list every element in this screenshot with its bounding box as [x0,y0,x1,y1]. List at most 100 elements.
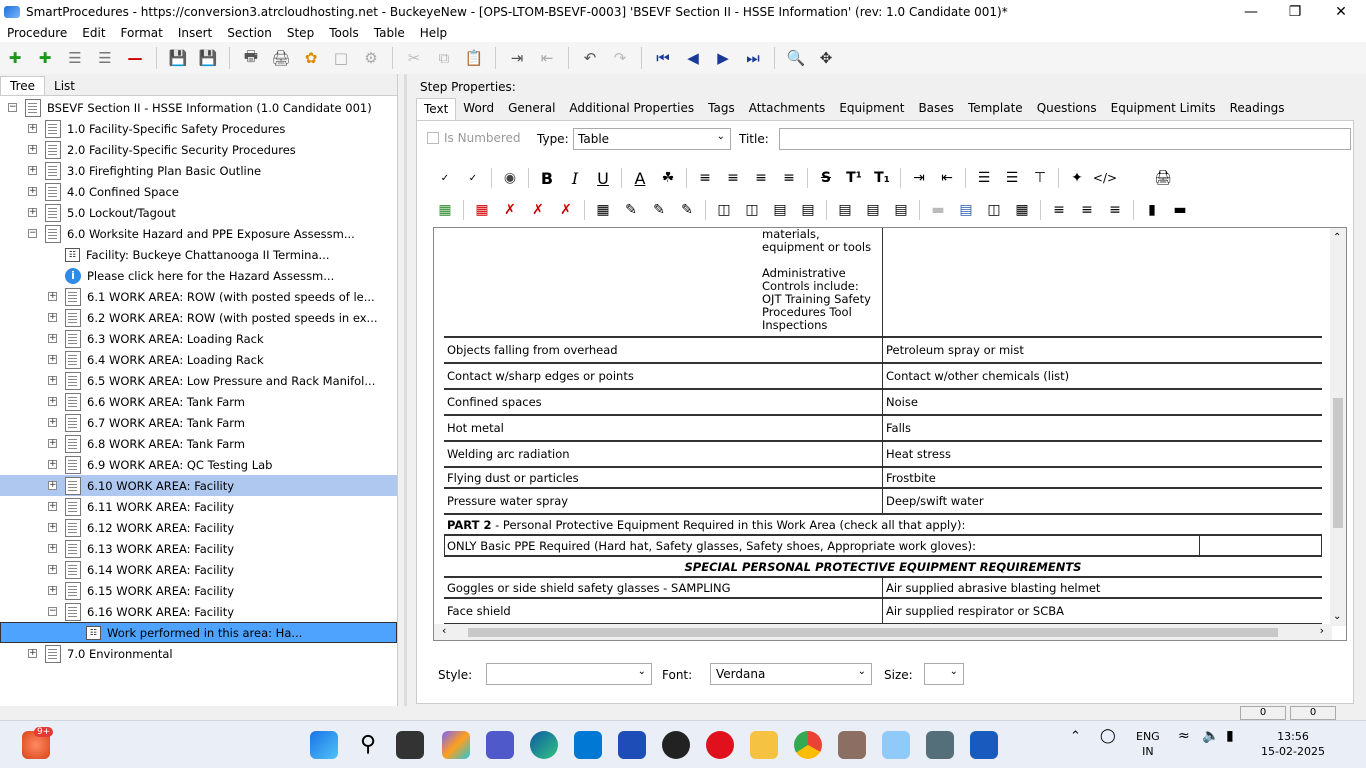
start-icon[interactable] [310,731,338,759]
table-cell[interactable]: Noise [882,390,1322,414]
size-select[interactable]: ⌄ [924,663,964,685]
find-icon[interactable]: 🔍 [784,46,808,70]
tree-item[interactable]: +6.7 WORK AREA: Tank Farm [0,412,397,433]
add-substep-icon[interactable]: ✚ [33,46,57,70]
row-height-icon[interactable]: ▬ [1168,198,1192,222]
collapse-icon[interactable]: − [28,229,37,238]
tree-item[interactable]: +6.2 WORK AREA: ROW (with posted speeds … [0,307,397,328]
delete-cell-icon[interactable]: ✗ [554,198,578,222]
menu-section[interactable]: Section [220,26,280,40]
menu-edit[interactable]: Edit [75,26,113,40]
title-input[interactable] [779,128,1351,150]
tree-item[interactable]: +6.6 WORK AREA: Tank Farm [0,391,397,412]
tree-item[interactable]: − 6.16 WORK AREA: Facility [0,601,397,622]
align-center-icon[interactable]: ≡ [721,166,745,190]
opera-icon[interactable] [706,731,734,759]
menu-procedure[interactable]: Procedure [0,26,75,40]
horizontal-rule-icon[interactable]: ⊤ [1028,166,1052,190]
increase-indent-icon[interactable]: ⇥ [907,166,931,190]
expand-icon[interactable]: + [48,439,57,448]
type-select[interactable]: Table ⌄ [573,128,731,150]
spellcheck-icon[interactable]: ✓ [433,166,457,190]
list-icon[interactable]: ☰ [63,46,87,70]
tab-text[interactable]: Text [416,98,457,120]
table-cell[interactable]: Heat stress [882,442,1322,466]
table-cell[interactable]: Goggles or side shield safety glasses - … [444,578,882,597]
wifi-icon[interactable]: ≈ [1178,729,1190,744]
horizontal-scrollbar[interactable]: ‹ › [434,624,1332,640]
justify-icon[interactable]: ≡ [777,166,801,190]
tree-item[interactable]: +6.1 WORK AREA: ROW (with posted speeds … [0,286,397,307]
pane-splitter[interactable] [404,74,407,706]
expand-icon[interactable]: + [48,397,57,406]
table-cell[interactable]: Petroleum spray or mist [882,338,1322,362]
vpn-icon[interactable] [618,731,646,759]
store-icon[interactable] [574,731,602,759]
align-top-icon[interactable]: ≡ [1047,198,1071,222]
tree-item[interactable]: +6.5 WORK AREA: Low Pressure and Rack Ma… [0,370,397,391]
menu-insert[interactable]: Insert [171,26,220,40]
table-cell[interactable]: Objects falling from overhead [444,338,882,362]
scroll-right-icon[interactable]: › [1320,624,1324,637]
first-icon[interactable]: ⏮ [651,46,675,70]
delete-column-icon[interactable]: ✗ [526,198,550,222]
column-width-icon[interactable]: ▮ [1140,198,1164,222]
menu-format[interactable]: Format [114,26,171,40]
previous-icon[interactable]: ◀ [681,46,705,70]
remove-icon[interactable]: — [123,46,147,70]
strikethrough-icon[interactable]: S [814,166,838,190]
column-properties-icon[interactable]: ✎ [675,198,699,222]
table-cell[interactable]: Air supplied abrasive blasting helmet [882,578,1322,597]
expand-icon[interactable]: + [28,649,37,658]
superscript-icon[interactable]: T¹ [842,166,866,190]
magic-wand-icon[interactable]: ✦ [1065,166,1089,190]
table-cell[interactable]: Contact w/sharp edges or points [444,364,882,388]
tree-item[interactable]: +4.0 Confined Space [0,181,397,202]
bullet-list-icon[interactable]: ☰ [972,166,996,190]
expand-icon[interactable]: + [48,544,57,553]
maximize-icon[interactable]: ❐ [1272,0,1318,24]
expand-icon[interactable]: + [48,523,57,532]
save-icon[interactable]: 💾 [196,46,220,70]
word-icon[interactable] [970,731,998,759]
expand-icon[interactable]: + [48,418,57,427]
horizontal-scroll-thumb[interactable] [468,628,1278,637]
expand-icon[interactable]: + [28,145,37,154]
tab-equipment-limits[interactable]: Equipment Limits [1104,98,1223,120]
tree-item[interactable]: ☷ Facility: Buckeye Chattanooga II Termin… [0,244,397,265]
language-indicator[interactable]: ENG IN [1136,729,1160,759]
insert-column-right-icon[interactable]: ◫ [740,198,764,222]
insert-table-icon[interactable]: ▦ [433,198,457,222]
tree-item[interactable]: +6.11 WORK AREA: Facility [0,496,397,517]
paste-icon[interactable]: 📋 [462,46,486,70]
expand-icon[interactable]: + [28,166,37,175]
row-properties-icon[interactable]: ✎ [619,198,643,222]
tab-general[interactable]: General [501,98,562,120]
spell-icon[interactable]: ✿ [299,46,323,70]
vertical-scroll-thumb[interactable] [1333,398,1343,528]
font-color-icon[interactable]: A [628,166,652,190]
split-row-icon[interactable]: ▤ [889,198,913,222]
expand-icon[interactable]: + [28,187,37,196]
menu-step[interactable]: Step [280,26,322,40]
table-cell[interactable]: Welding arc radiation [444,442,882,466]
merge-cells-icon[interactable]: ▤ [833,198,857,222]
scroll-up-icon[interactable]: ⌃ [1333,232,1341,243]
tree-item[interactable]: − 6.0 Worksite Hazard and PPE Exposure As… [0,223,397,244]
chrome-icon[interactable] [794,731,822,759]
tree-item[interactable]: +3.0 Firefighting Plan Basic Outline [0,160,397,181]
copilot-icon[interactable] [442,731,470,759]
menu-tools[interactable]: Tools [322,26,367,40]
table-cell[interactable]: Air supplied respirator or SCBA [882,599,1322,623]
subscript-icon[interactable]: T₁ [870,166,894,190]
highlight-icon[interactable]: ☘ [656,166,680,190]
italic-icon[interactable]: I [563,166,587,190]
decrease-indent-icon[interactable]: ⇤ [935,166,959,190]
tab-attachments[interactable]: Attachments [742,98,833,120]
menu-table[interactable]: Table [367,26,413,40]
basic-ppe-text[interactable]: ONLY Basic PPE Required (Hard hat, Safet… [445,536,1199,555]
indent-icon[interactable]: ⇥ [505,46,529,70]
cell-border-icon[interactable]: ▤ [954,198,978,222]
tree-item[interactable]: i Please click here for the Hazard Assess… [0,265,397,286]
file-explorer-icon[interactable] [750,731,778,759]
